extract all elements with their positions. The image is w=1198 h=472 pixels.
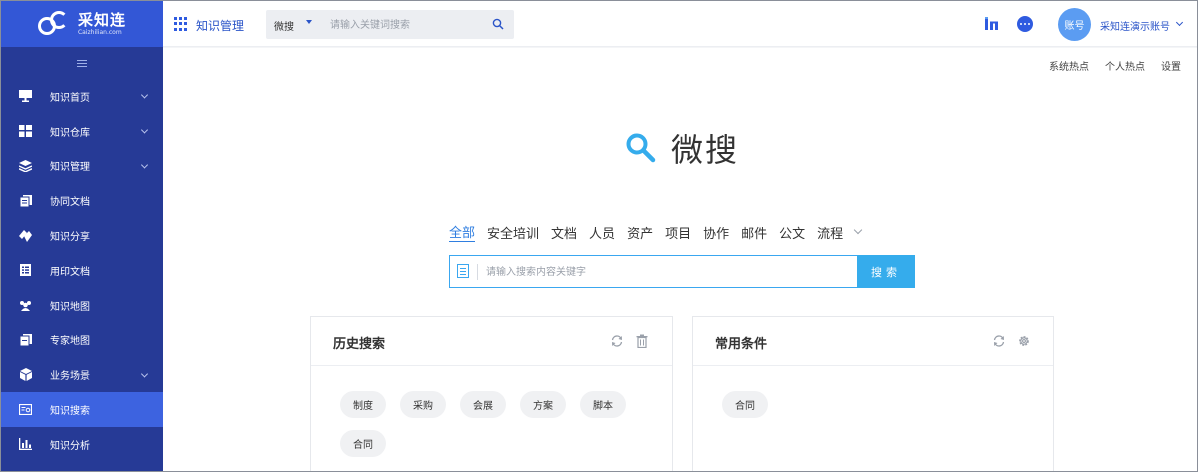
- history-search-panel: 历史搜索 制度 采购 会展 方案 脚本 合同: [310, 316, 673, 471]
- caret-down-icon[interactable]: [306, 20, 312, 24]
- search-doc-icon: [19, 404, 32, 416]
- chevron-down-icon[interactable]: [853, 225, 863, 235]
- page-title: 微搜: [671, 131, 740, 169]
- tab-safety-training[interactable]: 安全培训: [487, 223, 539, 242]
- search-type-select[interactable]: 微搜: [274, 18, 294, 33]
- sidebar-item-management[interactable]: 知识管理: [1, 149, 163, 184]
- tab-projects[interactable]: 项目: [665, 223, 691, 242]
- top-bar: 知识管理 微搜 账号 采知连演示账号: [163, 1, 1197, 47]
- history-tag[interactable]: 方案: [520, 391, 566, 418]
- sidebar-item-label: 专家地图: [50, 336, 90, 348]
- link-personal-hot[interactable]: 个人热点: [1105, 58, 1145, 73]
- share-icon: [19, 229, 32, 242]
- sub-bar: 系统热点 个人热点 设置: [163, 48, 1197, 80]
- trash-icon[interactable]: [635, 334, 649, 348]
- tab-documents[interactable]: 文档: [551, 223, 577, 242]
- tab-people[interactable]: 人员: [589, 223, 615, 242]
- sidebar-item-label: 知识首页: [50, 92, 90, 104]
- doc-copy-icon: [19, 194, 32, 207]
- sidebar-item-label: 用印文档: [50, 266, 90, 278]
- collapse-sidebar-button[interactable]: [1, 47, 163, 79]
- logo-name: 采知连: [77, 10, 126, 29]
- main-content: 微搜 全部 安全培训 文档 人员 资产 项目 协作 邮件 公文 流程 搜索 历史…: [163, 80, 1197, 471]
- sidebar-item-repository[interactable]: 知识仓库: [1, 114, 163, 149]
- expert-map-icon: [19, 333, 32, 346]
- grid-icon: [19, 125, 32, 138]
- module-title[interactable]: 知识管理: [196, 17, 244, 34]
- sidebar-item-collab-docs[interactable]: 协同文档: [1, 183, 163, 218]
- document-icon: [457, 264, 469, 278]
- sidebar-item-knowledge-search[interactable]: 知识搜索: [1, 392, 163, 427]
- global-search: 微搜: [266, 10, 514, 39]
- people-map-icon: [19, 299, 32, 312]
- logo-domain: Caizhilian.com: [77, 28, 122, 36]
- tab-assets[interactable]: 资产: [627, 223, 653, 242]
- more-icon[interactable]: [1017, 16, 1033, 32]
- gear-icon[interactable]: [1017, 334, 1031, 348]
- cube-icon: [19, 368, 32, 382]
- tab-workflow[interactable]: 流程: [817, 223, 843, 242]
- common-tags: 合同: [722, 391, 1042, 418]
- sidebar-item-label: 知识分享: [50, 232, 90, 244]
- sidebar-item-label: 知识仓库: [50, 127, 90, 139]
- sidebar-item-home[interactable]: 知识首页: [1, 79, 163, 114]
- sidebar-item-label: 知识地图: [50, 301, 90, 313]
- logo-icon: [37, 11, 72, 37]
- history-tag[interactable]: 脚本: [580, 391, 626, 418]
- history-tag[interactable]: 会展: [460, 391, 506, 418]
- chevron-down-icon: [140, 91, 149, 99]
- global-search-input[interactable]: [330, 16, 480, 34]
- common-tag[interactable]: 合同: [722, 391, 768, 418]
- app-window: 采知连 Caizhilian.com 知识首页 知识仓库 知识管理 协同文档 知…: [0, 0, 1198, 472]
- refresh-icon[interactable]: [992, 334, 1006, 348]
- history-tag[interactable]: 合同: [340, 430, 386, 457]
- sidebar-item-stamp-docs[interactable]: 用印文档: [1, 253, 163, 288]
- sidebar-item-expert-map[interactable]: 专家地图: [1, 323, 163, 358]
- sidebar: 采知连 Caizhilian.com 知识首页 知识仓库 知识管理 协同文档 知…: [1, 1, 163, 471]
- panel-title: 常用条件: [715, 337, 768, 352]
- link-settings[interactable]: 设置: [1161, 58, 1181, 73]
- panel-title: 历史搜索: [333, 337, 386, 352]
- link-system-hot[interactable]: 系统热点: [1049, 58, 1089, 73]
- main-search-input[interactable]: [486, 262, 846, 282]
- sidebar-item-label: 知识管理: [50, 162, 90, 174]
- tab-collaboration[interactable]: 协作: [703, 223, 729, 242]
- search-hero: 微搜: [625, 125, 739, 171]
- category-tabs: 全部 安全培训 文档 人员 资产 项目 协作 邮件 公文 流程: [449, 222, 863, 242]
- logo[interactable]: 采知连 Caizhilian.com: [1, 1, 163, 47]
- sidebar-item-label: 业务场景: [50, 371, 90, 383]
- apps-grid-icon[interactable]: [174, 17, 188, 31]
- history-tag[interactable]: 制度: [340, 391, 386, 418]
- sidebar-item-label: 协同文档: [50, 197, 90, 209]
- search-icon: [626, 133, 656, 163]
- menu-fold-icon: [77, 59, 87, 67]
- org-chart-icon[interactable]: [984, 16, 1000, 32]
- sidebar-item-knowledge-map[interactable]: 知识地图: [1, 288, 163, 323]
- search-button[interactable]: 搜索: [857, 255, 915, 288]
- account-name[interactable]: 采知连演示账号: [1100, 18, 1170, 33]
- avatar[interactable]: 账号: [1058, 8, 1091, 41]
- main-search-bar: 搜索: [449, 255, 915, 288]
- common-conditions-panel: 常用条件 合同: [692, 316, 1054, 471]
- bar-chart-icon: [19, 438, 32, 451]
- chevron-down-icon: [140, 161, 149, 169]
- history-tags: 制度 采购 会展 方案 脚本 合同: [340, 391, 660, 457]
- search-icon[interactable]: [492, 18, 504, 30]
- refresh-icon[interactable]: [610, 334, 624, 348]
- tab-mail[interactable]: 邮件: [741, 223, 767, 242]
- chevron-down-icon: [140, 370, 149, 378]
- sidebar-item-analysis[interactable]: 知识分析: [1, 427, 163, 462]
- sidebar-item-share[interactable]: 知识分享: [1, 218, 163, 253]
- stamp-doc-icon: [19, 264, 32, 277]
- sidebar-item-label: 知识搜索: [50, 406, 90, 418]
- chevron-down-icon[interactable]: [1175, 18, 1184, 27]
- history-tag[interactable]: 采购: [400, 391, 446, 418]
- tab-official-docs[interactable]: 公文: [779, 223, 805, 242]
- chevron-down-icon: [140, 126, 149, 134]
- monitor-icon: [19, 90, 32, 103]
- sidebar-item-label: 知识分析: [50, 440, 90, 452]
- tab-all[interactable]: 全部: [449, 222, 476, 242]
- sidebar-item-business-scenes[interactable]: 业务场景: [1, 357, 163, 392]
- layers-icon: [19, 159, 32, 172]
